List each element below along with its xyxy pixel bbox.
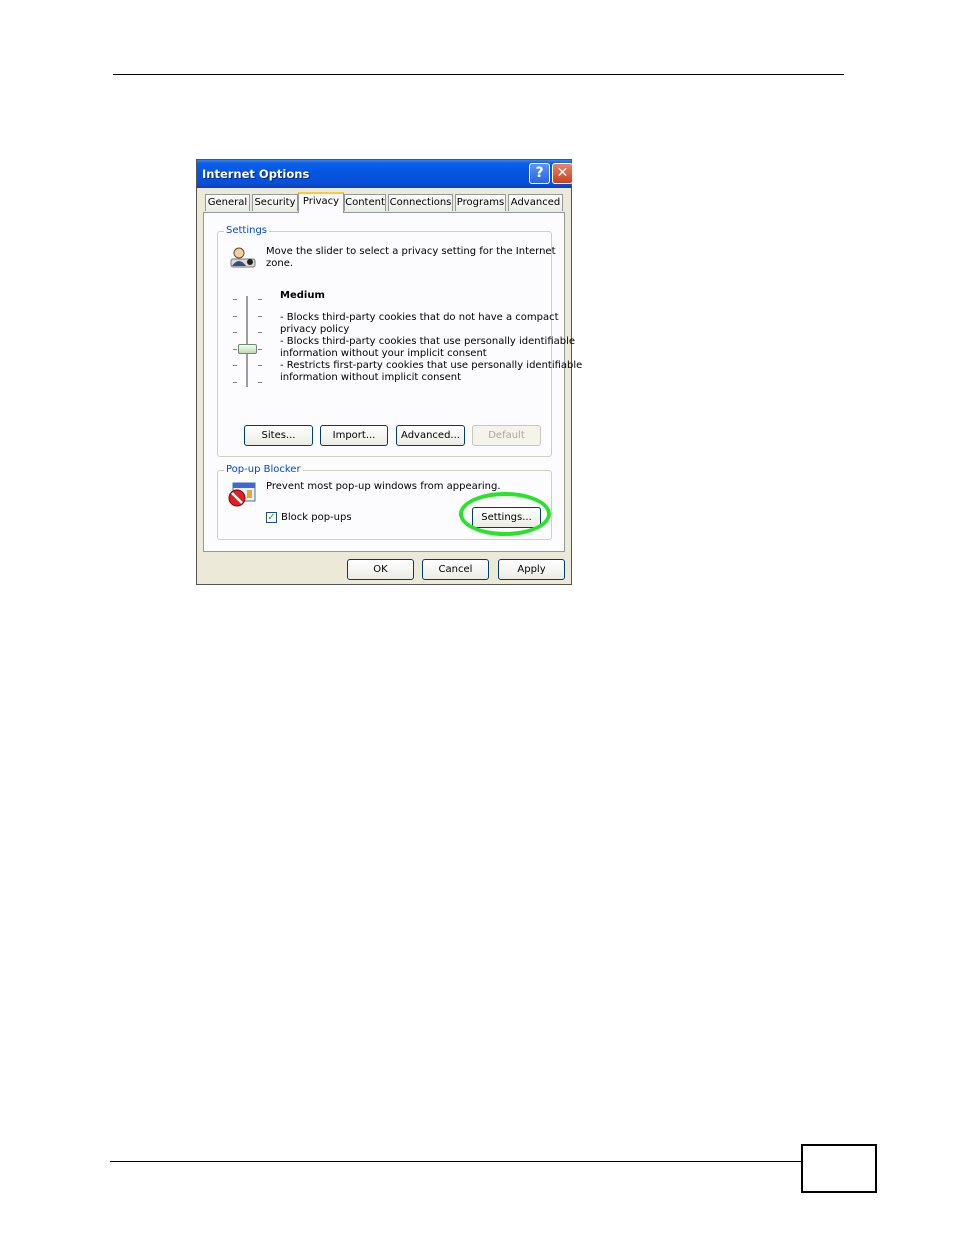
- tab-advanced[interactable]: Advanced: [508, 194, 563, 211]
- privacy-level-title: Medium: [280, 290, 325, 301]
- slider-tick: [233, 316, 237, 317]
- header-rule: [113, 74, 844, 75]
- apply-button[interactable]: Apply: [498, 559, 565, 580]
- slider-tick: [233, 349, 237, 350]
- slider-thumb[interactable]: [238, 344, 257, 354]
- settings-group: Settings Move the slider to select a pri…: [217, 225, 582, 457]
- settings-description: Move the slider to select a privacy sett…: [266, 246, 556, 257]
- popup-blocker-icon: [228, 482, 256, 507]
- tab-privacy[interactable]: Privacy: [298, 192, 344, 213]
- slider-tick: [233, 382, 237, 383]
- tab-programs[interactable]: Programs: [455, 194, 506, 211]
- slider-tick: [258, 349, 262, 350]
- slider-track: [246, 296, 248, 387]
- slider-tick: [233, 332, 237, 333]
- privacy-level-line: - Blocks third-party cookies that use pe…: [280, 336, 576, 347]
- slider-tick: [258, 316, 262, 317]
- page-number-box: [801, 1144, 877, 1193]
- tab-content[interactable]: Content: [344, 194, 386, 211]
- help-button[interactable]: ?: [529, 163, 550, 184]
- slider-tick: [258, 365, 262, 366]
- slider-tick: [258, 332, 262, 333]
- block-popups-label: Block pop-ups: [281, 512, 352, 523]
- privacy-level-line: information without implicit consent: [280, 372, 462, 383]
- dialog-title: Internet Options: [202, 167, 310, 181]
- slider-tick: [258, 382, 262, 383]
- slider-tick: [233, 365, 237, 366]
- sites-button[interactable]: Sites...: [244, 425, 313, 446]
- checkmark-icon: ✓: [267, 512, 276, 523]
- title-bar[interactable]: Internet Options ? ✕: [197, 160, 573, 188]
- settings-highlight-circle: [459, 492, 551, 536]
- close-icon: ✕: [556, 165, 569, 181]
- tab-connections[interactable]: Connections: [388, 194, 453, 211]
- privacy-level-line: information without your implicit consen…: [280, 348, 487, 359]
- block-popups-checkbox[interactable]: ✓: [266, 512, 277, 523]
- popup-group-label: Pop-up Blocker: [224, 464, 303, 475]
- import-button[interactable]: Import...: [320, 425, 388, 446]
- advanced-button[interactable]: Advanced...: [396, 425, 465, 446]
- privacy-slider[interactable]: [218, 232, 278, 432]
- close-button[interactable]: ✕: [552, 163, 573, 184]
- tab-general[interactable]: General: [205, 194, 250, 211]
- cancel-button[interactable]: Cancel: [422, 559, 489, 580]
- footer-rule: [110, 1161, 802, 1162]
- popup-description: Prevent most pop-up windows from appeari…: [266, 481, 501, 492]
- privacy-level-line: - Restricts first-party cookies that use…: [280, 360, 583, 371]
- default-button[interactable]: Default: [472, 425, 541, 446]
- privacy-level-line: privacy policy: [280, 324, 350, 335]
- slider-tick: [258, 299, 262, 300]
- privacy-level-line: - Blocks third-party cookies that do not…: [280, 312, 559, 323]
- tab-security[interactable]: Security: [252, 194, 298, 211]
- help-icon: ?: [535, 165, 544, 181]
- slider-tick: [233, 299, 237, 300]
- ok-button[interactable]: OK: [347, 559, 414, 580]
